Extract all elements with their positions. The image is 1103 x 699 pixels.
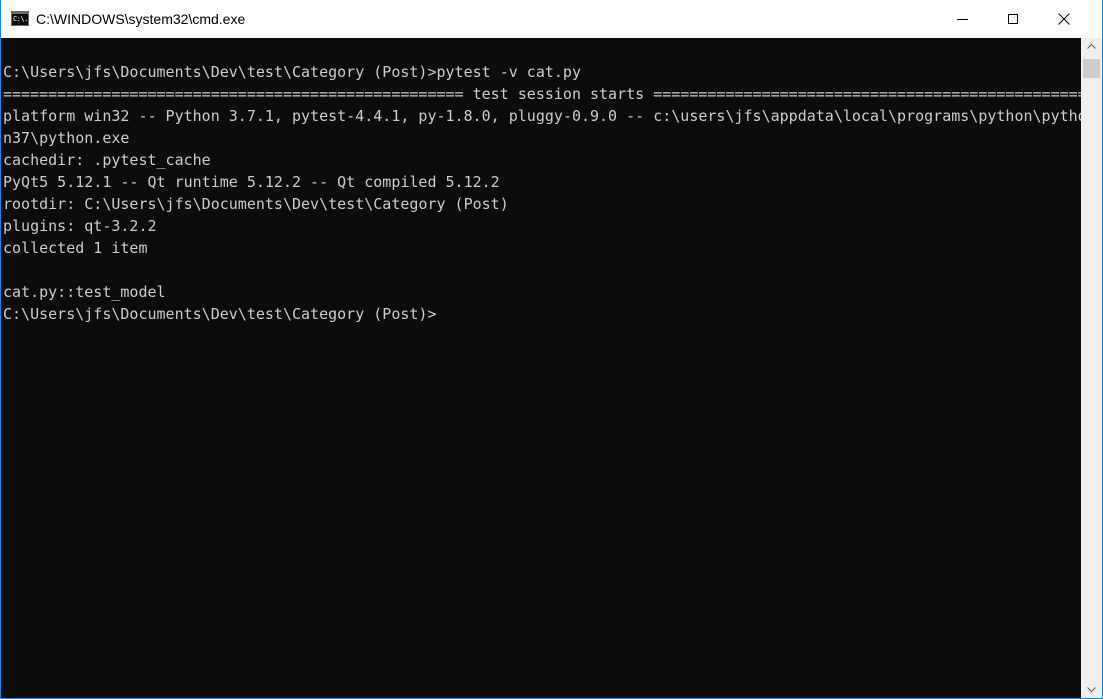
console-line: cachedir: .pytest_cache bbox=[3, 151, 211, 169]
console-output[interactable]: C:\Users\jfs\Documents\Dev\test\Category… bbox=[1, 38, 1081, 698]
console-line: cat.py::test_model bbox=[3, 283, 166, 301]
scroll-down-arrow-icon bbox=[1087, 687, 1096, 692]
window-title: C:\WINDOWS\system32\cmd.exe bbox=[36, 11, 246, 27]
title-bar[interactable]: C:\. C:\WINDOWS\system32\cmd.exe bbox=[1, 0, 1102, 38]
console-line: ========================================… bbox=[3, 85, 1081, 103]
console-line: rootdir: C:\Users\jfs\Documents\Dev\test… bbox=[3, 195, 509, 213]
console-lines: C:\Users\jfs\Documents\Dev\test\Category… bbox=[3, 61, 1081, 325]
console-line: PyQt5 5.12.1 -- Qt runtime 5.12.2 -- Qt … bbox=[3, 173, 500, 191]
close-button[interactable] bbox=[1041, 0, 1087, 38]
minimize-icon bbox=[956, 18, 968, 20]
app-icon-text: C:\. bbox=[13, 15, 28, 23]
close-icon bbox=[1058, 13, 1070, 25]
vertical-scrollbar[interactable] bbox=[1081, 38, 1102, 698]
console-line: C:\Users\jfs\Documents\Dev\test\Category… bbox=[3, 305, 437, 323]
minimize-button[interactable] bbox=[939, 0, 985, 38]
scroll-thumb[interactable] bbox=[1083, 59, 1100, 78]
console-line: plugins: qt-3.2.2 bbox=[3, 217, 157, 235]
maximize-button[interactable] bbox=[990, 0, 1036, 38]
scroll-up-button[interactable] bbox=[1081, 38, 1102, 55]
scroll-up-arrow-icon bbox=[1087, 44, 1096, 49]
maximize-icon bbox=[1008, 14, 1018, 24]
cmd-console-icon[interactable]: C:\. bbox=[11, 11, 29, 26]
console-line: collected 1 item bbox=[3, 239, 148, 257]
scroll-down-button[interactable] bbox=[1081, 681, 1102, 698]
cmd-window: C:\. C:\WINDOWS\system32\cmd.exe C:\User… bbox=[0, 0, 1103, 699]
console-line: n37\python.exe bbox=[3, 129, 130, 147]
console-line: platform win32 -- Python 3.7.1, pytest-4… bbox=[3, 107, 1081, 125]
console-line: C:\Users\jfs\Documents\Dev\test\Category… bbox=[3, 63, 581, 81]
